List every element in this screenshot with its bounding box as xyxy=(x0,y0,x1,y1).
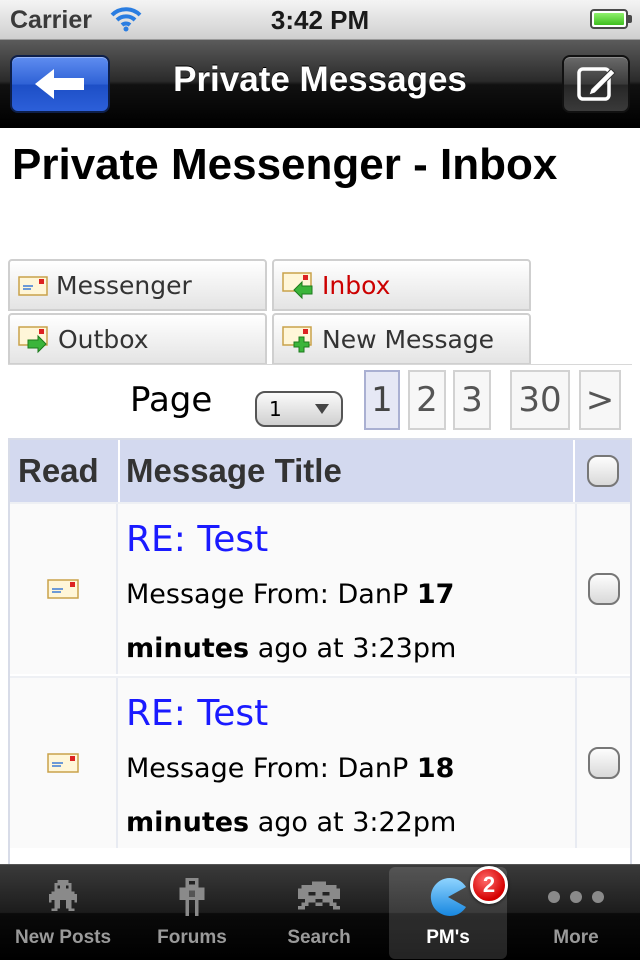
tab-divider xyxy=(8,364,632,365)
message-title-link[interactable]: RE: Test xyxy=(126,694,575,734)
tab-bar-more[interactable]: More xyxy=(517,867,635,959)
tab-bar-search[interactable]: Search xyxy=(260,867,378,959)
row-checkbox[interactable] xyxy=(587,747,620,779)
compose-icon xyxy=(577,67,616,101)
table-row[interactable]: RE: Test Message From: DanP 18 minutes a… xyxy=(10,676,630,848)
more-dots-icon xyxy=(546,867,606,927)
next-page-button[interactable]: > xyxy=(579,370,621,430)
nav-title: Private Messages xyxy=(173,60,467,99)
tab-bar-label: Search xyxy=(287,927,351,948)
back-button[interactable] xyxy=(10,55,110,113)
battery-icon xyxy=(590,9,628,29)
space-invader-icon xyxy=(298,867,340,927)
message-meta: Message From: DanP 17 minutes ago at 3:2… xyxy=(126,568,575,676)
tab-inbox[interactable]: Inbox xyxy=(272,259,531,311)
outbox-arrow-icon xyxy=(18,326,48,354)
page-button-3[interactable]: 3 xyxy=(453,370,491,430)
alien-sprite-icon xyxy=(48,867,78,927)
page-label: Page xyxy=(130,380,213,420)
message-title-cell: RE: Test Message From: DanP 18 minutes a… xyxy=(120,678,575,848)
page-select[interactable]: 1 xyxy=(255,391,343,427)
bottom-tab-bar: New Posts Forums Search PM's More xyxy=(0,864,640,960)
column-header-read: Read xyxy=(10,440,120,502)
tab-label: Outbox xyxy=(58,324,149,354)
tab-bar-label: New Posts xyxy=(14,927,112,948)
tab-label: Inbox xyxy=(322,270,391,300)
page-button-30[interactable]: 30 xyxy=(510,370,570,430)
row-select-cell xyxy=(575,504,630,674)
tab-label: Messenger xyxy=(56,270,192,300)
table-row[interactable]: RE: Test Message From: DanP 17 minutes a… xyxy=(10,502,630,674)
unread-envelope-icon xyxy=(47,579,79,599)
page-button-1[interactable]: 1 xyxy=(364,370,400,430)
tab-label: New Message xyxy=(322,324,495,354)
tab-bar-label: More xyxy=(553,927,599,948)
read-status-cell xyxy=(10,678,118,848)
chevron-down-icon xyxy=(309,397,335,421)
row-select-cell xyxy=(575,678,630,848)
tab-messenger[interactable]: Messenger xyxy=(8,259,267,311)
column-header-title: Message Title xyxy=(120,440,575,502)
tab-bar-label: PM's xyxy=(426,927,470,948)
tab-outbox[interactable]: Outbox xyxy=(8,313,267,365)
envelope-icon xyxy=(18,276,48,296)
message-title-link[interactable]: RE: Test xyxy=(126,520,575,560)
select-all-checkbox[interactable] xyxy=(586,455,619,487)
page-button-2[interactable]: 2 xyxy=(408,370,446,430)
message-meta: Message From: DanP 18 minutes ago at 3:2… xyxy=(126,742,575,850)
tab-bar-new-posts[interactable]: New Posts xyxy=(4,867,122,959)
back-arrow-icon xyxy=(35,69,84,99)
row-checkbox[interactable] xyxy=(587,573,620,605)
new-message-plus-icon xyxy=(282,326,312,353)
unread-envelope-icon xyxy=(47,753,79,773)
read-status-cell xyxy=(10,504,118,674)
pacman-icon xyxy=(428,867,468,927)
message-table: Read Message Title RE: Test Message From… xyxy=(8,438,632,868)
tab-bar-label: Forums xyxy=(157,927,227,948)
compose-button[interactable] xyxy=(562,55,630,113)
table-header: Read Message Title xyxy=(10,440,630,502)
tab-bar-forums[interactable]: Forums xyxy=(133,867,251,959)
message-time: ago at 3:22pm xyxy=(257,807,457,838)
page-select-value: 1 xyxy=(269,397,282,421)
navigation-bar: Private Messages xyxy=(0,40,640,128)
notification-badge: 2 xyxy=(470,866,508,904)
message-time: ago at 3:23pm xyxy=(257,633,457,664)
message-sender: Message From: DanP xyxy=(126,753,409,784)
page-title: Private Messenger - Inbox xyxy=(12,140,558,189)
battery-tip xyxy=(628,15,632,23)
message-sender: Message From: DanP xyxy=(126,579,409,610)
message-title-cell: RE: Test Message From: DanP 17 minutes a… xyxy=(120,504,575,674)
select-all-cell xyxy=(575,440,630,502)
tab-new-message[interactable]: New Message xyxy=(272,313,531,365)
inbox-arrow-icon xyxy=(282,272,313,300)
robot-sprite-icon xyxy=(178,867,206,927)
status-bar: Carrier 3:42 PM xyxy=(0,0,640,40)
status-time: 3:42 PM xyxy=(270,5,370,35)
